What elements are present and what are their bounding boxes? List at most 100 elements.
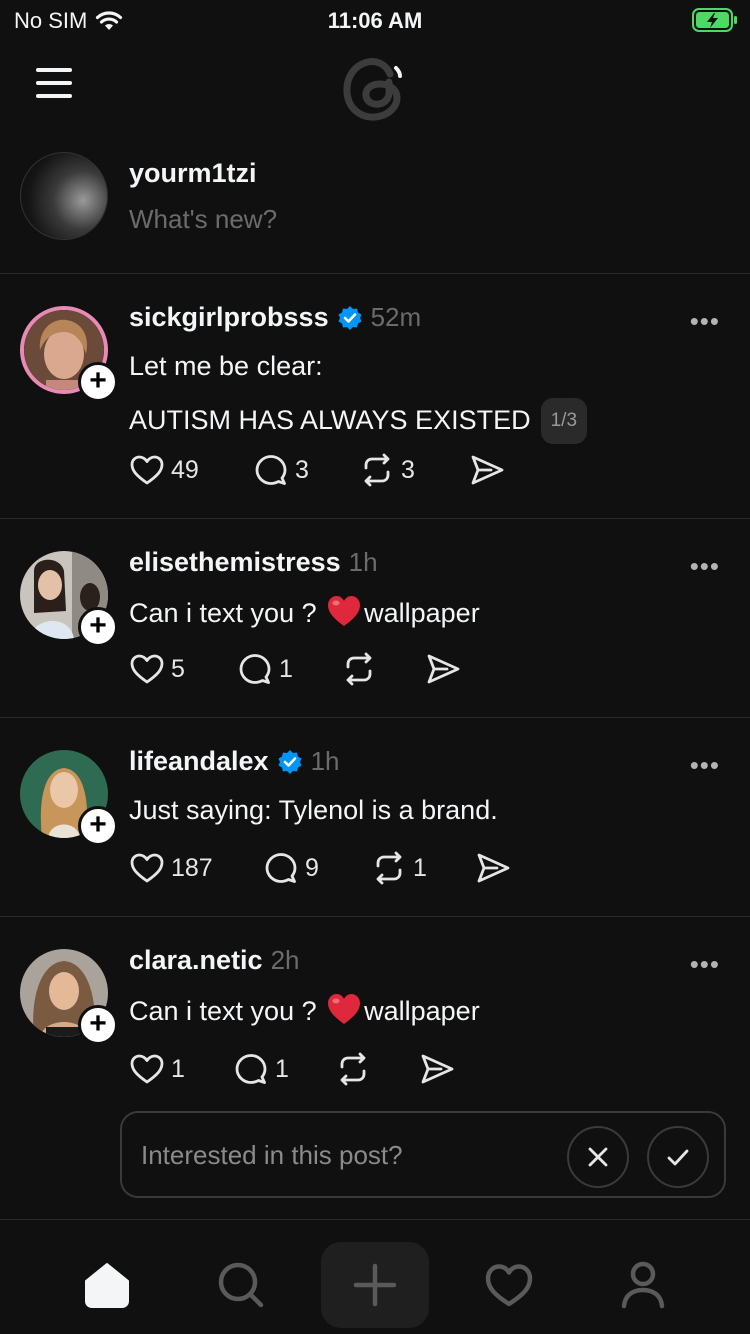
post-username[interactable]: sickgirlprobsss	[129, 302, 329, 333]
new-post-composer[interactable]: yourm1tzi What's new?	[0, 140, 750, 274]
like-button[interactable]: 1	[129, 1051, 233, 1087]
repost-button[interactable]: 1	[371, 850, 475, 886]
post-text-line: AUTISM HAS ALWAYS EXISTED 1/3	[129, 398, 588, 444]
share-button[interactable]	[469, 452, 505, 488]
post-actions: 5 1	[129, 651, 461, 687]
post-text: Can i text you ?	[129, 598, 317, 628]
post[interactable]: + lifeandalex 1h ••• Just saying: Tyleno…	[0, 718, 750, 917]
post-text: Let me be clear:	[129, 351, 323, 381]
post-text: Can i text you ?	[129, 996, 317, 1026]
follow-button[interactable]: +	[78, 806, 118, 846]
post-time: 1h	[348, 547, 378, 577]
post-username[interactable]: elisethemistress	[129, 547, 341, 578]
post-username[interactable]: clara.netic	[129, 945, 263, 976]
post-text: AUTISM HAS ALWAYS EXISTED	[129, 405, 531, 435]
follow-button[interactable]: +	[78, 607, 118, 647]
red-heart-emoji-icon	[328, 596, 361, 626]
status-time: 11:06 AM	[327, 8, 423, 33]
not-interested-button[interactable]	[567, 1126, 629, 1188]
tab-activity[interactable]	[455, 1242, 563, 1328]
like-button[interactable]: 49	[129, 452, 253, 488]
repost-count: 1	[413, 853, 427, 882]
share-button[interactable]	[425, 651, 461, 687]
comment-icon	[255, 455, 287, 485]
verified-badge-icon	[338, 305, 362, 330]
red-heart-emoji-icon	[328, 994, 361, 1024]
reply-button[interactable]: 1	[237, 651, 341, 687]
home-icon	[85, 1263, 129, 1308]
compose-icon	[353, 1263, 397, 1307]
post-text-line: Can i text you ? wallpaper	[129, 594, 480, 630]
post-avatar[interactable]: +	[20, 949, 118, 1045]
checkmark-icon	[667, 1149, 689, 1166]
post-header: lifeandalex 1h	[129, 746, 339, 777]
post[interactable]: + sickgirlprobsss 52m ••• Let me be clea…	[0, 274, 750, 519]
more-options-button[interactable]: •••	[690, 306, 720, 337]
like-button[interactable]: 5	[129, 651, 237, 687]
repost-button[interactable]: 3	[359, 452, 469, 488]
tab-compose[interactable]	[321, 1242, 429, 1328]
tab-profile[interactable]	[589, 1242, 697, 1328]
like-count: 49	[171, 455, 199, 484]
post-username[interactable]: lifeandalex	[129, 746, 269, 777]
post-actions: 187 9 1	[129, 850, 511, 886]
reply-count: 9	[305, 853, 319, 882]
more-options-button[interactable]: •••	[690, 949, 720, 980]
tab-home[interactable]	[53, 1242, 161, 1328]
reply-button[interactable]: 3	[253, 452, 359, 488]
more-options-button[interactable]: •••	[690, 551, 720, 582]
threads-logo-icon[interactable]	[340, 52, 410, 124]
post-time: 1h	[310, 746, 340, 776]
composer-username: yourm1tzi	[129, 158, 257, 188]
heart-icon	[130, 455, 164, 485]
reply-count: 1	[279, 654, 293, 683]
post-text: wallpaper	[364, 996, 480, 1026]
top-nav	[0, 42, 750, 132]
post-text: wallpaper	[364, 598, 480, 628]
avatar	[20, 152, 108, 240]
composer-input[interactable]: What's new?	[129, 204, 277, 235]
post-time: 52m	[370, 302, 422, 332]
verified-badge-icon	[278, 749, 302, 774]
repost-button[interactable]	[341, 651, 425, 687]
like-count: 5	[171, 654, 185, 683]
like-button[interactable]: 187	[129, 850, 263, 886]
heart-icon	[130, 1054, 164, 1084]
post-avatar[interactable]: +	[20, 306, 118, 402]
search-icon	[218, 1262, 264, 1308]
post-actions: 1 1	[129, 1051, 455, 1087]
comment-icon	[235, 1054, 267, 1084]
menu-button[interactable]	[36, 68, 76, 100]
post-avatar[interactable]: +	[20, 551, 118, 647]
repost-icon	[346, 652, 372, 686]
post-text: Just saying: Tylenol is a brand.	[129, 795, 498, 825]
repost-icon	[340, 1052, 366, 1086]
share-button[interactable]	[475, 850, 511, 886]
reply-button[interactable]: 1	[233, 1051, 335, 1087]
send-icon	[427, 654, 460, 684]
menu-line	[36, 94, 72, 98]
follow-button[interactable]: +	[78, 362, 118, 402]
tab-search[interactable]	[187, 1242, 295, 1328]
interest-prompt: Interested in this post?	[120, 1111, 726, 1198]
post-actions: 49 3 3	[129, 452, 505, 488]
post[interactable]: + elisethemistress 1h ••• Can i text you…	[0, 519, 750, 718]
share-button[interactable]	[419, 1051, 455, 1087]
like-count: 187	[171, 853, 213, 882]
follow-button[interactable]: +	[78, 1005, 118, 1045]
reply-button[interactable]: 9	[263, 850, 371, 886]
post-header: elisethemistress 1h	[129, 547, 378, 578]
heart-icon	[130, 654, 164, 684]
send-icon	[421, 1054, 454, 1084]
post-avatar[interactable]: +	[20, 750, 118, 846]
like-count: 1	[171, 1054, 185, 1083]
interested-button[interactable]	[647, 1126, 709, 1188]
send-icon	[477, 853, 510, 883]
repost-button[interactable]	[335, 1051, 419, 1087]
thread-counter: 1/3	[540, 398, 588, 444]
more-options-button[interactable]: •••	[690, 750, 720, 781]
repost-count: 3	[401, 455, 415, 484]
post-header: sickgirlprobsss 52m	[129, 302, 421, 333]
post-header: clara.netic 2h	[129, 945, 300, 976]
repost-icon	[364, 453, 390, 487]
